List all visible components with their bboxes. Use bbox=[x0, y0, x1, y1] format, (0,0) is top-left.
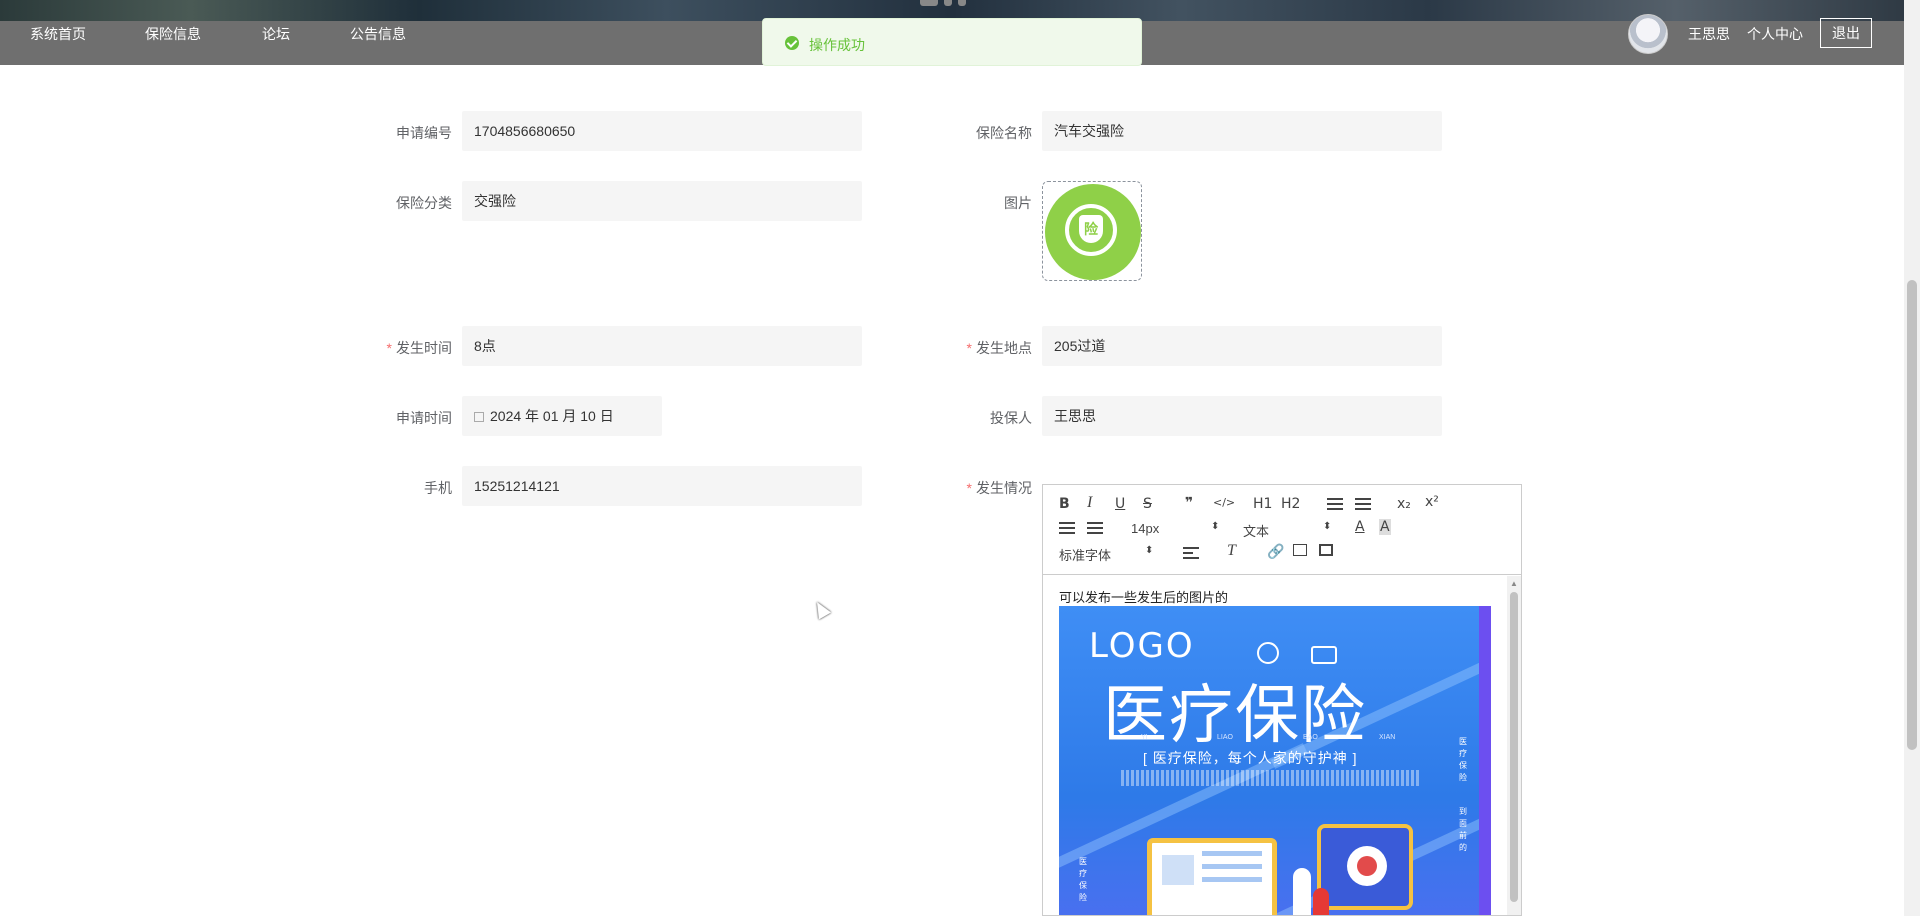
poster-pinyin: LIAO bbox=[1217, 734, 1233, 741]
subscript-button[interactable]: x₂ bbox=[1397, 496, 1411, 512]
nav-link-home[interactable]: 系统首页 bbox=[30, 24, 86, 44]
poster-pinyin: XIAN bbox=[1379, 734, 1396, 741]
label-apply-time: 申请时间 bbox=[396, 410, 452, 426]
nav-link-notice[interactable]: 公告信息 bbox=[350, 24, 406, 44]
quote-icon[interactable]: ❞ bbox=[1185, 495, 1193, 511]
align-icon[interactable] bbox=[1183, 547, 1199, 559]
poster-slogan: [ 医疗保险，每个人家的守护神 ] bbox=[1143, 750, 1358, 766]
poster-side-text: 医疗保险 bbox=[1459, 737, 1467, 782]
label-insurance-category: 保险分类 bbox=[396, 195, 452, 211]
select-arrow-icon: ⬍ bbox=[1211, 521, 1220, 532]
editor-content-text: 可以发布一些发生后的图片的 bbox=[1059, 590, 1229, 605]
poster-board-illustration bbox=[1147, 838, 1277, 915]
user-name: 王思思 bbox=[1688, 26, 1730, 42]
clear-format-icon[interactable]: T bbox=[1227, 542, 1236, 560]
italic-button[interactable]: I bbox=[1087, 494, 1092, 512]
avatar[interactable] bbox=[1628, 14, 1668, 54]
underline-button[interactable]: U bbox=[1115, 496, 1125, 512]
indent-icon[interactable] bbox=[1087, 522, 1103, 534]
editor-scrollbar[interactable]: ▲ bbox=[1507, 576, 1521, 915]
label-application-no: 申请编号 bbox=[396, 125, 452, 141]
editor-content[interactable]: 可以发布一些发生后的图片的 LOGO 医疗保险 YI LIAO BAO XIAN… bbox=[1043, 576, 1521, 915]
poster-medkit-illustration bbox=[1317, 824, 1413, 910]
personal-center-link[interactable]: 个人中心 bbox=[1747, 24, 1803, 44]
superscript-button[interactable]: x² bbox=[1425, 494, 1439, 510]
image-icon[interactable] bbox=[1293, 544, 1307, 556]
label-phone: 手机 bbox=[424, 480, 452, 496]
bullet-list-icon[interactable] bbox=[1355, 498, 1371, 510]
carousel-indicators[interactable] bbox=[920, 0, 966, 6]
select-arrow-icon: ⬍ bbox=[1323, 521, 1332, 532]
background-color-icon[interactable]: A bbox=[1379, 519, 1391, 535]
label-occur-time: * 发生时间 bbox=[386, 340, 452, 356]
poster-title: 医疗保险 bbox=[1103, 679, 1367, 753]
h2-button[interactable]: H2 bbox=[1281, 496, 1300, 512]
occur-time-field[interactable]: 8点 bbox=[462, 326, 862, 366]
header-select[interactable]: 文本 ⬍ bbox=[1243, 521, 1333, 540]
mouse-cursor-icon bbox=[810, 598, 832, 620]
scroll-up-icon[interactable]: ▲ bbox=[1510, 579, 1518, 588]
poster-pinyin: YI bbox=[1141, 734, 1148, 741]
occur-place-field[interactable]: 205过道 bbox=[1042, 326, 1442, 366]
h1-button[interactable]: H1 bbox=[1253, 496, 1272, 512]
medical-case-icon bbox=[1311, 646, 1337, 664]
poster-side-text-3: 医疗保险 bbox=[1079, 857, 1087, 902]
link-icon[interactable]: 🔗 bbox=[1267, 544, 1284, 560]
page-scrollbar[interactable] bbox=[1904, 0, 1920, 916]
toast-message: 操作成功 bbox=[809, 37, 865, 53]
apply-time-datepicker[interactable]: 2024 年 01 月 10 日 bbox=[462, 396, 662, 436]
strike-button[interactable]: S bbox=[1143, 496, 1152, 512]
insured-field[interactable]: 王思思 bbox=[1042, 396, 1442, 436]
poster-child-figure bbox=[1313, 888, 1329, 915]
ordered-list-icon[interactable] bbox=[1327, 498, 1343, 510]
phone-field[interactable]: 15251214121 bbox=[462, 466, 862, 506]
success-check-icon bbox=[785, 36, 799, 50]
label-occur-place: * 发生地点 bbox=[966, 340, 1032, 356]
label-insured: 投保人 bbox=[990, 410, 1032, 426]
success-toast: 操作成功 bbox=[762, 18, 1142, 66]
bold-button[interactable]: B bbox=[1059, 496, 1070, 512]
label-insurance-name: 保险名称 bbox=[976, 125, 1032, 141]
code-icon[interactable]: </> bbox=[1213, 496, 1235, 509]
insurance-image-thumbnail[interactable]: 险 bbox=[1042, 181, 1142, 281]
label-situation: * 发生情况 bbox=[966, 480, 1032, 496]
poster-logo: LOGO bbox=[1089, 626, 1195, 666]
editor-toolbar: B I U S ❞ </> H1 H2 x₂ x² 14px ⬍ 文本 ⬍ A A … bbox=[1043, 485, 1521, 575]
calendar-icon bbox=[474, 412, 484, 422]
nav-link-forum[interactable]: 论坛 bbox=[262, 24, 290, 44]
insurance-category-field[interactable]: 交强险 bbox=[462, 181, 862, 221]
shield-icon: 险 bbox=[1079, 215, 1103, 243]
poster-side-text-2: 到面前的 bbox=[1459, 807, 1467, 852]
page-scrollbar-thumb[interactable] bbox=[1907, 280, 1917, 750]
poster-body-text bbox=[1121, 770, 1421, 786]
application-no-field[interactable]: 1704856680650 bbox=[462, 111, 862, 151]
label-image: 图片 bbox=[1004, 195, 1032, 211]
logout-button[interactable]: 退出 bbox=[1820, 18, 1872, 48]
rich-text-editor[interactable]: B I U S ❞ </> H1 H2 x₂ x² 14px ⬍ 文本 ⬍ A A … bbox=[1042, 484, 1522, 916]
nav-link-insurance[interactable]: 保险信息 bbox=[145, 24, 201, 44]
video-icon[interactable] bbox=[1319, 544, 1333, 556]
medical-insurance-poster-image: LOGO 医疗保险 YI LIAO BAO XIAN [ 医疗保险，每个人家的守… bbox=[1059, 606, 1491, 915]
poster-pinyin: BAO bbox=[1303, 734, 1318, 741]
font-family-select[interactable]: 标准字体 ⬍ bbox=[1059, 545, 1155, 564]
stethoscope-icon bbox=[1257, 642, 1279, 664]
select-arrow-icon: ⬍ bbox=[1145, 545, 1154, 556]
outdent-icon[interactable] bbox=[1059, 522, 1075, 534]
font-color-icon[interactable]: A bbox=[1355, 519, 1365, 535]
insurance-name-field[interactable]: 汽车交强险 bbox=[1042, 111, 1442, 151]
poster-doctor-figure bbox=[1293, 868, 1311, 915]
font-size-select[interactable]: 14px ⬍ bbox=[1131, 521, 1221, 536]
